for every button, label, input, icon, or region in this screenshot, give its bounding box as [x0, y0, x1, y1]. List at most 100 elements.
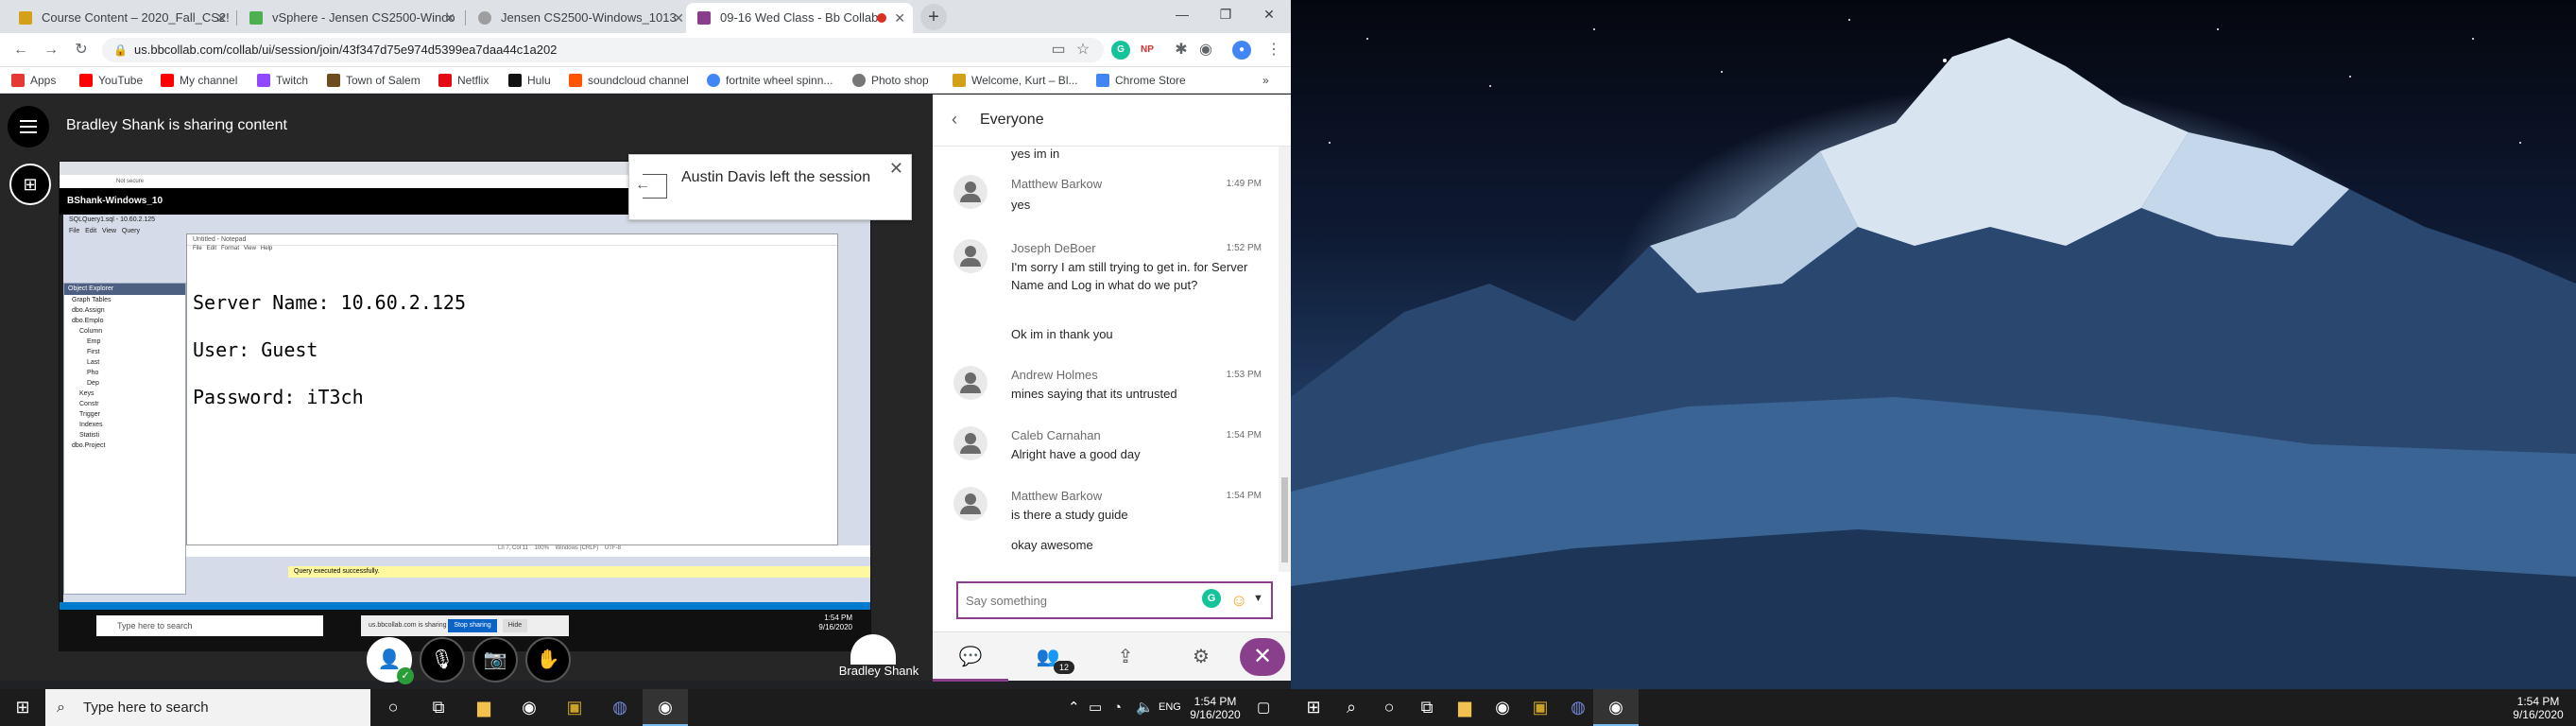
- back-icon[interactable]: ←: [9, 39, 32, 61]
- chat-scrollbar[interactable]: [1279, 147, 1291, 572]
- notepad-statusbar: Ln 7, Col 11 100% Windows (CRLF) UTF-8: [186, 545, 870, 557]
- mic-off-icon: 🎙: [430, 649, 455, 670]
- forward-icon[interactable]: →: [40, 39, 62, 61]
- close-icon[interactable]: ✕: [215, 3, 227, 33]
- task-view-button[interactable]: ⧉: [416, 689, 461, 726]
- volume-icon[interactable]: 🔈: [1136, 689, 1154, 726]
- close-panel-button[interactable]: ✕: [1240, 638, 1285, 676]
- emoji-icon[interactable]: ☺: [1230, 591, 1247, 611]
- folder-icon: ▆: [477, 698, 490, 717]
- tab-label: Jensen CS2500-Windows_1013: [501, 10, 677, 25]
- extension-icon[interactable]: ◉: [1194, 39, 1217, 61]
- hide-button[interactable]: Hide: [503, 619, 527, 632]
- netflix-icon: [438, 74, 452, 87]
- grammarly-icon[interactable]: G: [1202, 589, 1221, 608]
- address-bar[interactable]: 🔒 us.bbcollab.com/collab/ui/session/join…: [102, 38, 1104, 62]
- grammarly-icon[interactable]: G: [1111, 41, 1130, 60]
- bookmark-photo-shop[interactable]: Photo shop: [852, 72, 929, 89]
- network-icon[interactable]: ▭: [1089, 689, 1102, 726]
- right-monitor: ⊞ ⌕ ○ ⧉ ▆ ◉ ▣ ◍ ◉ 1:54 PM 9/16/2020: [1291, 0, 2576, 726]
- microphone-button[interactable]: 🎙: [420, 637, 465, 683]
- mountain-wallpaper: [1291, 0, 2576, 689]
- chrome-store-icon: [1096, 74, 1109, 87]
- apps-icon: [11, 74, 25, 87]
- bookmark-town-of-salem[interactable]: Town of Salem: [327, 72, 421, 89]
- session-menu-button[interactable]: [8, 106, 49, 147]
- language-indicator[interactable]: ENG: [1159, 689, 1181, 726]
- avatar: [953, 426, 987, 460]
- bookmarks-overflow-icon[interactable]: »: [1262, 72, 1269, 89]
- taskbar-search-box[interactable]: ⌕ Type here to search: [45, 689, 370, 726]
- tab-jensen-windows[interactable]: Jensen CS2500-Windows_1013 ✕: [467, 3, 692, 33]
- camera-icon[interactable]: ▭: [1047, 39, 1070, 61]
- reload-icon[interactable]: ↻: [70, 39, 93, 61]
- tab-course-content[interactable]: Course Content – 2020_Fall_CS2! ✕: [8, 3, 234, 33]
- notifications-icon[interactable]: ▢: [1257, 689, 1270, 726]
- search-icon: ⌕: [1346, 698, 1357, 717]
- tree-item: Dep: [87, 380, 99, 387]
- chrome-active-button[interactable]: ◉: [643, 689, 688, 726]
- bookmark-my-channel[interactable]: My channel: [161, 72, 237, 89]
- message-text: Alright have a good day: [1011, 447, 1141, 461]
- shared-ssms-window: SQLQuery1.sql - 10.60.2.125 File Edit Vi…: [63, 215, 870, 623]
- tab-chat[interactable]: 💬: [933, 632, 1008, 682]
- close-icon[interactable]: ✕: [673, 3, 684, 33]
- content-zoom-icon[interactable]: ⊞: [9, 164, 51, 205]
- minimize-button[interactable]: —: [1160, 0, 1204, 28]
- file-explorer-button[interactable]: ▆: [461, 689, 507, 726]
- puzzle-icon[interactable]: ✱: [1170, 39, 1193, 61]
- np-extension-icon[interactable]: NP: [1138, 41, 1157, 60]
- tab-settings[interactable]: ⚙: [1163, 632, 1239, 682]
- chevron-left-icon[interactable]: ‹: [952, 110, 957, 130]
- chevron-up-icon[interactable]: ⌃: [1068, 689, 1080, 726]
- youtube-icon: [161, 74, 174, 87]
- menu-icon[interactable]: ⋮: [1262, 39, 1285, 61]
- bookmark-chrome-store[interactable]: Chrome Store: [1096, 72, 1186, 89]
- bookmark-youtube[interactable]: YouTube: [79, 72, 143, 89]
- scrollbar-thumb[interactable]: [1281, 477, 1288, 562]
- minecraft-button[interactable]: ▣: [552, 689, 597, 726]
- stop-sharing-button[interactable]: Stop sharing: [448, 619, 497, 632]
- bookmark-hulu[interactable]: Hulu: [508, 72, 551, 89]
- shared-date: 9/16/2020: [818, 623, 852, 631]
- chat-input-box[interactable]: G ☺ ▼: [956, 581, 1273, 619]
- message-author: Joseph DeBoer: [1011, 241, 1096, 255]
- profile-avatar[interactable]: ●: [1232, 41, 1251, 60]
- start-button[interactable]: ⊞: [0, 689, 45, 726]
- close-icon[interactable]: ✕: [889, 159, 903, 179]
- cortana-button[interactable]: ○: [370, 689, 416, 726]
- bookmark-apps[interactable]: Apps: [11, 72, 56, 89]
- bookmark-soundcloud[interactable]: soundcloud channel: [569, 72, 689, 89]
- tab-attendees[interactable]: 👥 12: [1010, 632, 1086, 682]
- wifi-icon[interactable]: ◔: [1113, 689, 1122, 726]
- chat-input[interactable]: [966, 591, 1174, 610]
- close-icon[interactable]: ✕: [894, 3, 905, 33]
- chrome-taskbar-button[interactable]: ◉: [507, 689, 552, 726]
- my-status-button[interactable]: 👤 ✓: [367, 637, 414, 684]
- close-icon[interactable]: ✕: [444, 3, 455, 33]
- taskbar-clock[interactable]: 1:54 PM 9/16/2020: [1187, 695, 1244, 721]
- bookmark-twitch[interactable]: Twitch: [257, 72, 308, 89]
- bookmark-label: Apps: [30, 74, 57, 87]
- collab-panel-tabs: 💬 👥 12 ⇪ ⚙ ✕: [933, 631, 1291, 682]
- new-tab-button[interactable]: +: [920, 4, 947, 30]
- task-view-icon: ⧉: [432, 698, 445, 717]
- restore-button[interactable]: ❐: [1204, 0, 1247, 28]
- tab-vsphere[interactable]: vSphere - Jensen CS2500-Windo ✕: [238, 3, 463, 33]
- chrome-active-button[interactable]: ◉: [1593, 689, 1639, 726]
- taskbar-clock[interactable]: 1:54 PM 9/16/2020: [2508, 695, 2568, 721]
- star-icon[interactable]: ☆: [1072, 39, 1094, 61]
- message-text: okay awesome: [1011, 538, 1093, 552]
- bookmark-netflix[interactable]: Netflix: [438, 72, 489, 89]
- bookmark-welcome[interactable]: Welcome, Kurt – Bl...: [953, 72, 1077, 89]
- tab-bb-collab[interactable]: 09-16 Wed Class - Bb Collab ✕: [686, 3, 913, 33]
- chevron-down-icon[interactable]: ▼: [1253, 593, 1263, 604]
- clock-time: 1:54 PM: [1194, 695, 1237, 708]
- bookmark-fortnite[interactable]: fortnite wheel spinn...: [707, 72, 833, 89]
- camera-button[interactable]: 📷: [472, 637, 518, 683]
- window-close-button[interactable]: ✕: [1247, 0, 1291, 28]
- raise-hand-button[interactable]: ✋: [525, 637, 571, 683]
- discord-button[interactable]: ◍: [597, 689, 643, 726]
- tab-share-content[interactable]: ⇪: [1088, 632, 1163, 682]
- browser-toolbar: ← → ↻ 🔒 us.bbcollab.com/collab/ui/sessio…: [0, 33, 1291, 67]
